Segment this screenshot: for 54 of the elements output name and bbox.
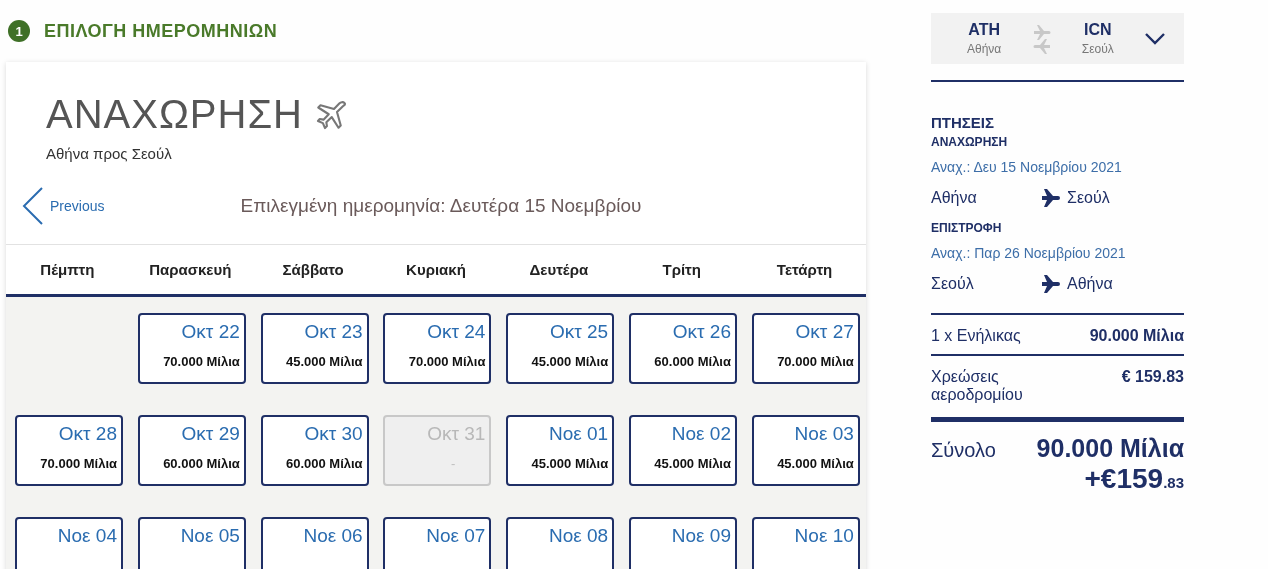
- route-selector[interactable]: ATH Αθήνα ICN Σεούλ: [931, 13, 1184, 64]
- date-cell[interactable]: Οκτ 25 45.000 Μίλια: [506, 313, 615, 384]
- flight-label: ΑΝΑΧΩΡΗΣΗ: [931, 135, 1009, 149]
- weekday-header: Κυριακή: [405, 261, 467, 278]
- weekday-header: Δευτέρα: [528, 261, 590, 278]
- date-cell[interactable]: Οκτ 24 70.000 Μίλια: [383, 313, 492, 384]
- route-subtitle: Αθήνα προς Σεούλ: [46, 145, 173, 162]
- date-cell[interactable]: Οκτ 23 45.000 Μίλια: [260, 313, 369, 384]
- charge-label: Χρεώσεις αεροδρομίου: [931, 368, 1024, 404]
- date-cell[interactable]: Νοε 08: [506, 517, 615, 569]
- airplane-icon: [1041, 189, 1061, 207]
- date-cell[interactable]: Νοε 02 45.000 Μίλια: [629, 415, 737, 486]
- date-cell[interactable]: Οκτ 29 60.000 Μίλια: [137, 415, 246, 486]
- total-euros: +€159.83: [1083, 463, 1184, 495]
- date-cell[interactable]: Νοε 09: [629, 517, 737, 569]
- date-cell[interactable]: Νοε 06: [260, 517, 369, 569]
- step-number: 1: [8, 20, 30, 42]
- date-cell[interactable]: Οκτ 26 60.000 Μίλια: [629, 313, 737, 384]
- weekday-header: Πέμπτη: [39, 261, 96, 278]
- destination-city: Αθήνα: [1067, 275, 1113, 293]
- total-miles: 90.000 Μίλια: [1036, 434, 1184, 463]
- airplane-icon: [1041, 275, 1061, 293]
- flights-heading: ΠΤΗΣΕΙΣ: [931, 114, 995, 131]
- departure-title: ΑΝΑΧΩΡΗΣΗ: [46, 92, 303, 137]
- date-cell[interactable]: Οκτ 30 60.000 Μίλια: [260, 415, 369, 486]
- weekday-header: Τετάρτη: [775, 261, 834, 278]
- date-cell[interactable]: Οκτ 27 70.000 Μίλια: [751, 313, 860, 384]
- chevron-left-icon: [22, 186, 44, 226]
- destination-city: Σεούλ: [1067, 189, 1110, 207]
- date-cell[interactable]: Νοε 10: [751, 517, 860, 569]
- flight-date: Αναχ.: Δευ 15 Νοεμβρίου 2021: [931, 159, 1123, 175]
- origin-city: Σεούλ: [931, 275, 975, 293]
- flight-date: Αναχ.: Παρ 26 Νοεμβρίου 2021: [931, 245, 1127, 261]
- previous-link[interactable]: Previous: [22, 186, 105, 226]
- step-title: ΕΠΙΛΟΓΗ ΗΜΕΡΟΜΗΝΙΩΝ: [44, 20, 278, 42]
- chevron-down-icon: [1143, 31, 1166, 46]
- date-cell[interactable]: Νοε 05: [137, 517, 246, 569]
- date-cell[interactable]: Οκτ 28 70.000 Μίλια: [15, 415, 123, 486]
- date-cell[interactable]: Οκτ 22 70.000 Μίλια: [137, 313, 246, 384]
- selected-date-text: Επιλεγμένη ημερομηνία: Δευτέρα 15 Νοεμβρίου: [240, 195, 642, 217]
- weekday-header: Παρασκευή: [148, 261, 233, 278]
- weekday-header: Σάββατο: [281, 261, 345, 278]
- date-cell[interactable]: Νοε 07: [383, 517, 492, 569]
- weekday-header: Τρίτη: [661, 261, 702, 278]
- flight-label: ΕΠΙΣΤΡΟΦΗ: [931, 221, 1003, 235]
- round-trip-planes-icon: [1031, 22, 1052, 55]
- charge-label: 1 x Ενήλικας: [931, 327, 1022, 345]
- charge-value: € 159.83: [1121, 368, 1184, 386]
- total-label: Σύνολο: [931, 439, 996, 462]
- origin-city: Αθήνα: [931, 189, 978, 207]
- charge-value: 90.000 Μίλια: [1089, 327, 1184, 345]
- date-cell[interactable]: Νοε 03 45.000 Μίλια: [751, 415, 860, 486]
- date-cell[interactable]: Νοε 01 45.000 Μίλια: [506, 415, 615, 486]
- date-cell[interactable]: Νοε 04: [15, 517, 123, 569]
